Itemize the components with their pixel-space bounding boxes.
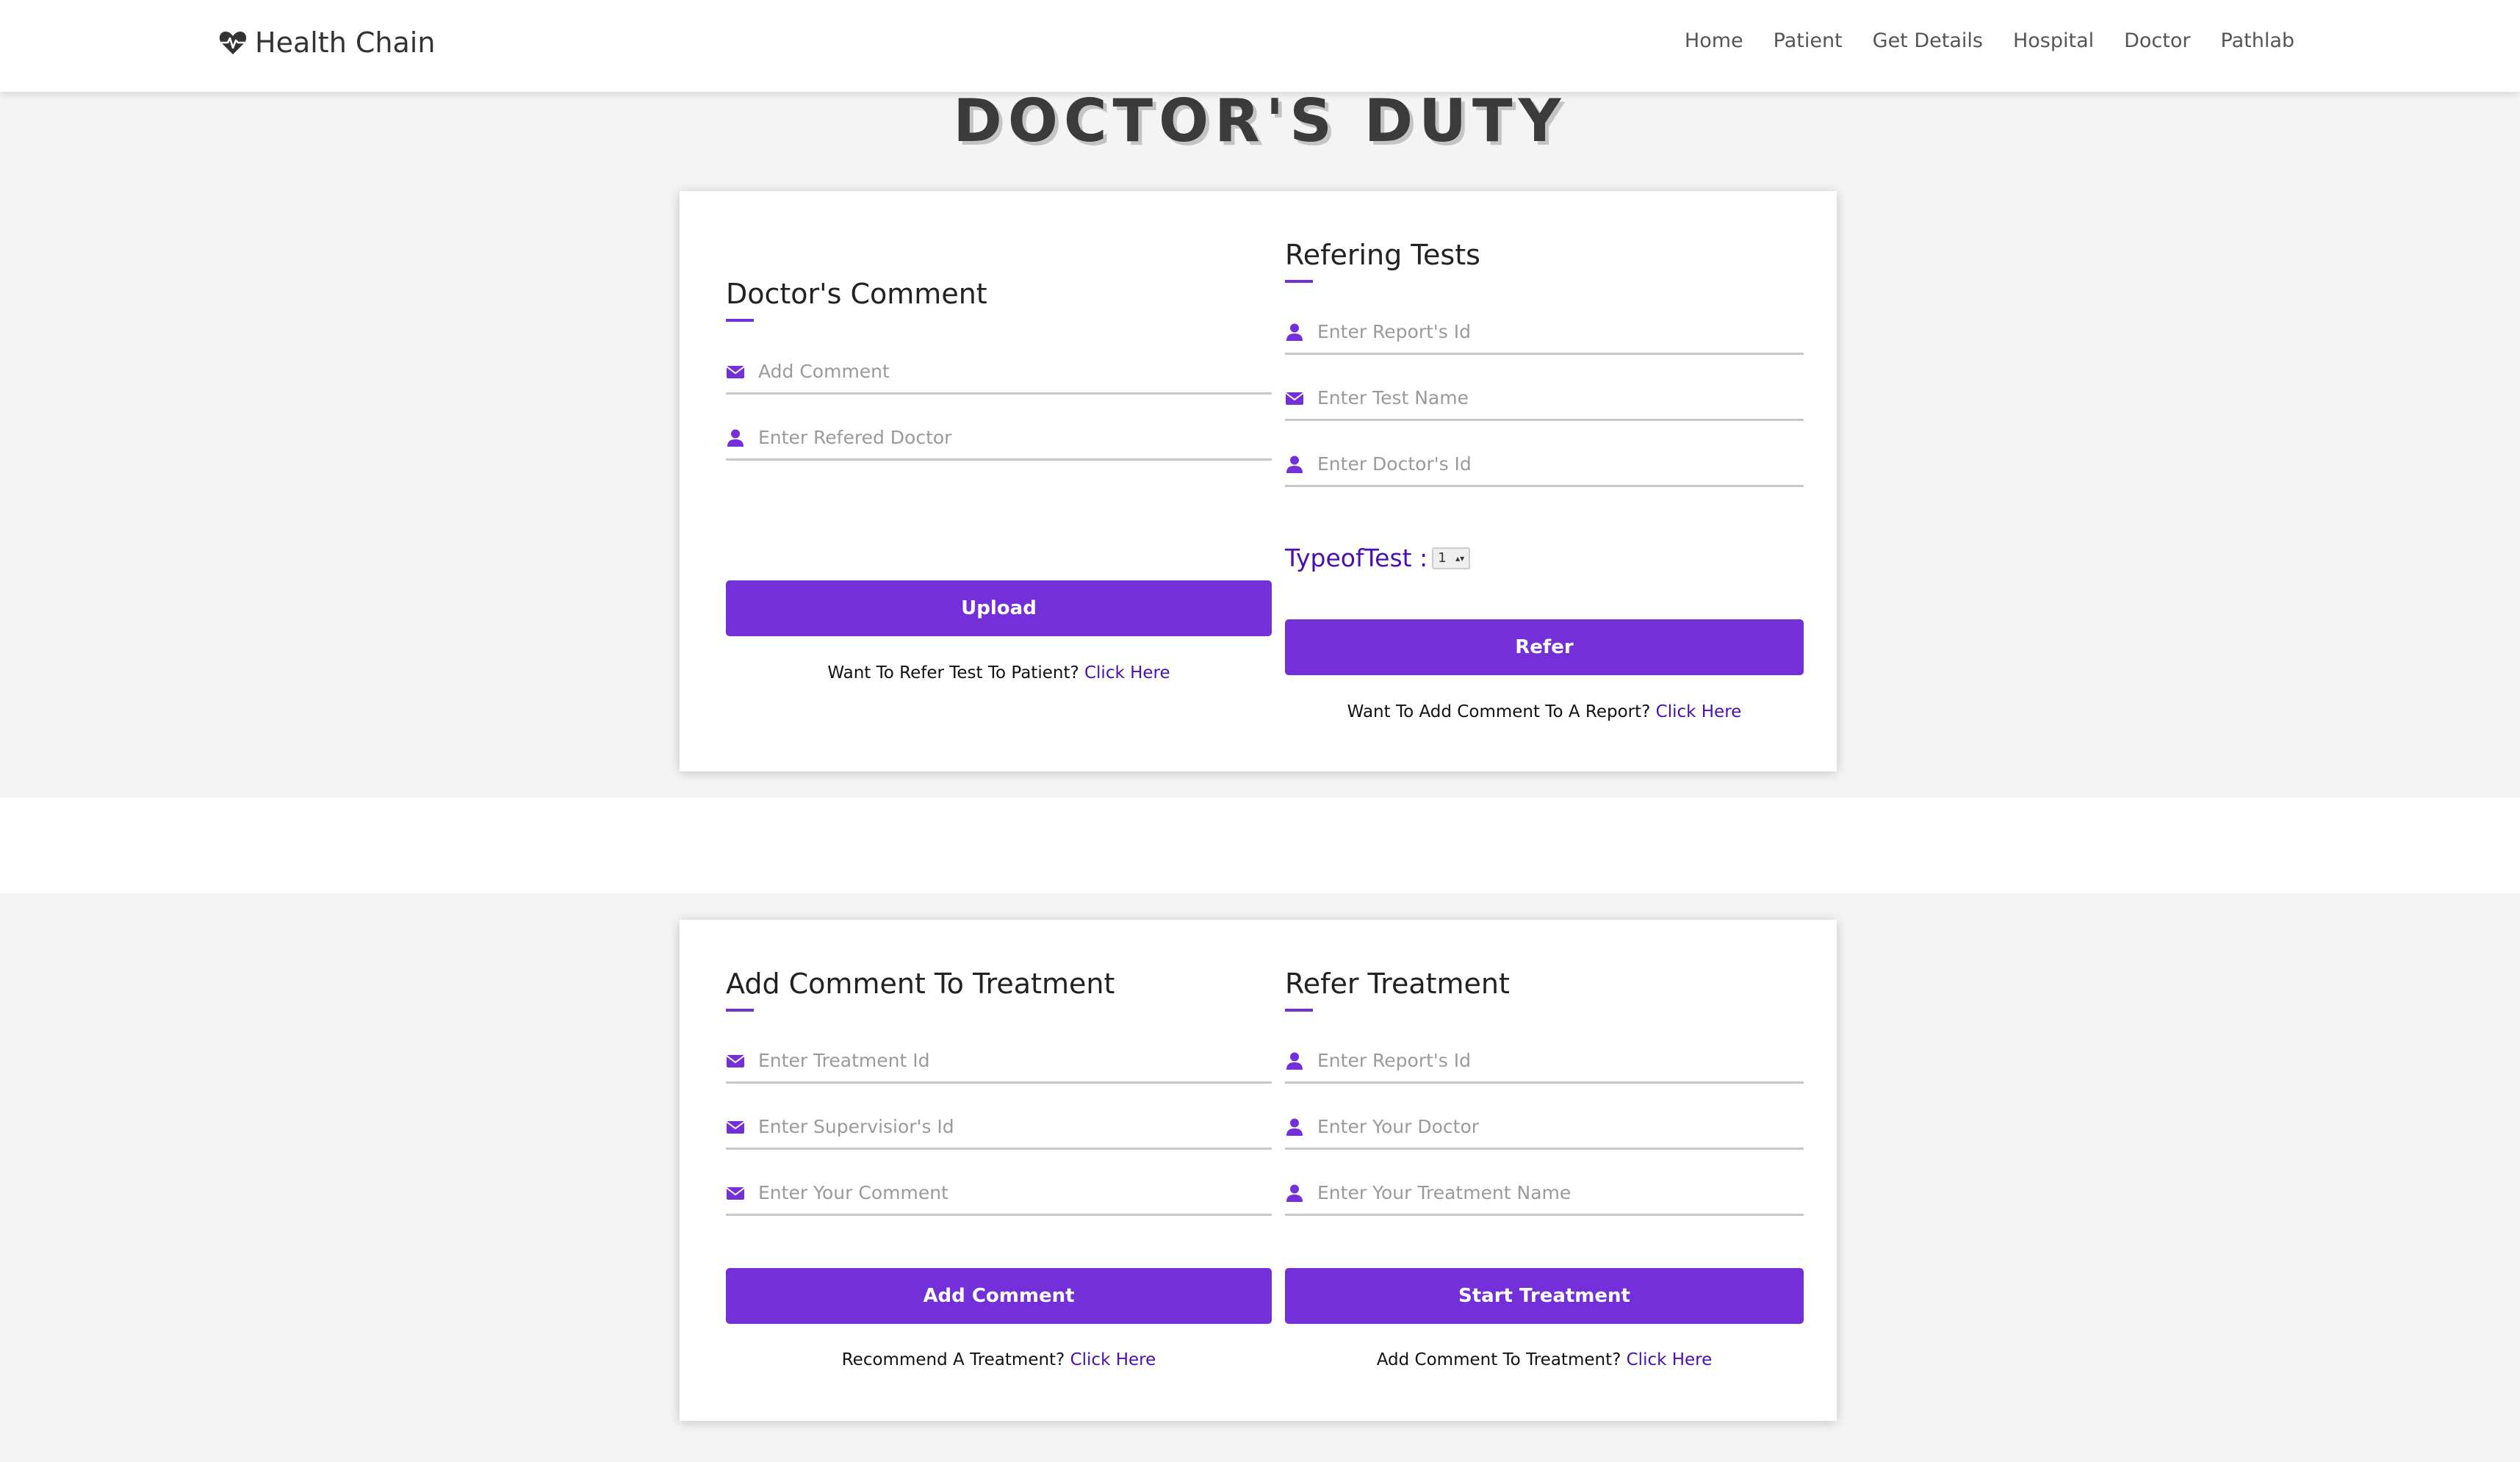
add-comment-treatment-section: Add Comment To Treatment [726,968,1115,1012]
brand-name: Health Chain [255,26,436,59]
user-icon [1285,1184,1304,1203]
nav-doctor[interactable]: Doctor [2124,29,2190,52]
start-treatment-button[interactable]: Start Treatment [1285,1268,1804,1324]
your-doctor-input[interactable] [1317,1116,1804,1137]
supervisor-id-input[interactable] [758,1116,1272,1137]
doctor-id-field [1285,443,1804,487]
refer-test-link[interactable]: Click Here [1084,663,1170,683]
recommend-treatment-helper: Recommend A Treatment? Click Here [726,1350,1272,1369]
add-comment-report-helper: Want To Add Comment To A Report? Click H… [1285,702,1804,721]
treatment-card: Add Comment To Treatment Add Comment Rec… [680,920,1837,1421]
doctors-comment-title: Doctor's Comment [726,278,987,322]
type-of-test-select[interactable]: 1 ▴▾ [1432,547,1471,569]
supervisor-id-field [726,1106,1272,1150]
nav-hospital[interactable]: Hospital [2013,29,2094,52]
nav-pathlab[interactable]: Pathlab [2221,29,2295,52]
your-doctor-field [1285,1106,1804,1150]
user-icon [1285,455,1304,474]
upload-button[interactable]: Upload [726,580,1272,636]
comment-treatment-helper-text: Add Comment To Treatment? [1376,1350,1621,1369]
test-name-field [1285,377,1804,421]
add-comment-report-link[interactable]: Click Here [1656,702,1742,721]
treatment-id-field [726,1040,1272,1084]
refering-tests-title: Refering Tests [1285,239,1480,283]
refered-doctor-input[interactable] [758,427,1272,448]
type-of-test-value: 1 [1438,550,1447,566]
refer-test-helper-text: Want To Refer Test To Patient? [827,663,1079,683]
section-divider [0,798,2520,893]
type-of-test-row: TypeofTest : 1 ▴▾ [1285,544,1471,572]
add-comment-input[interactable] [758,361,1272,382]
recommend-treatment-helper-text: Recommend A Treatment? [841,1350,1065,1369]
user-icon [1285,323,1304,342]
refering-tests-section: Refering Tests [1285,239,1480,283]
user-icon [726,428,745,447]
nav-links: Home Patient Get Details Hospital Doctor… [1685,29,2294,52]
refer-test-helper: Want To Refer Test To Patient? Click Her… [726,663,1272,683]
user-icon [1285,1117,1304,1137]
stepper-arrows-icon: ▴▾ [1455,552,1465,563]
doctor-duty-card: Doctor's Comment Upload Want To Refer Te… [680,191,1837,771]
envelope-icon [726,362,745,381]
nav-patient[interactable]: Patient [1774,29,1843,52]
refer-treatment-section: Refer Treatment [1285,968,1510,1012]
add-comment-field [726,350,1272,395]
add-comment-button[interactable]: Add Comment [726,1268,1272,1324]
treatment-report-id-field [1285,1040,1804,1084]
comment-treatment-helper: Add Comment To Treatment? Click Here [1285,1350,1804,1369]
refer-button[interactable]: Refer [1285,619,1804,675]
your-comment-input[interactable] [758,1182,1272,1203]
navbar: Health Chain Home Patient Get Details Ho… [0,0,2520,92]
refer-treatment-title: Refer Treatment [1285,968,1510,1012]
envelope-icon [726,1117,745,1137]
comment-treatment-link[interactable]: Click Here [1627,1350,1713,1369]
test-name-input[interactable] [1317,387,1804,408]
brand[interactable]: Health Chain [218,26,435,59]
add-comment-treatment-title: Add Comment To Treatment [726,968,1115,1012]
nav-home[interactable]: Home [1685,29,1743,52]
doctors-comment-section: Doctor's Comment [726,278,987,322]
report-id-input[interactable] [1317,321,1804,342]
your-comment-field [726,1172,1272,1216]
report-id-field [1285,311,1804,355]
refered-doctor-field [726,417,1272,461]
doctor-id-input[interactable] [1317,453,1804,475]
treatment-name-field [1285,1172,1804,1216]
envelope-icon [726,1051,745,1070]
treatment-id-input[interactable] [758,1050,1272,1071]
user-icon [1285,1051,1304,1070]
heart-pulse-icon [218,28,248,57]
envelope-icon [1285,389,1304,408]
treatment-name-input[interactable] [1317,1182,1804,1203]
type-of-test-label: TypeofTest : [1285,544,1428,572]
page-title: DOCTOR'S DUTY [953,87,1567,155]
add-comment-report-helper-text: Want To Add Comment To A Report? [1347,702,1651,721]
nav-get-details[interactable]: Get Details [1873,29,1983,52]
treatment-report-id-input[interactable] [1317,1050,1804,1071]
recommend-treatment-link[interactable]: Click Here [1070,1350,1156,1369]
envelope-icon [726,1184,745,1203]
